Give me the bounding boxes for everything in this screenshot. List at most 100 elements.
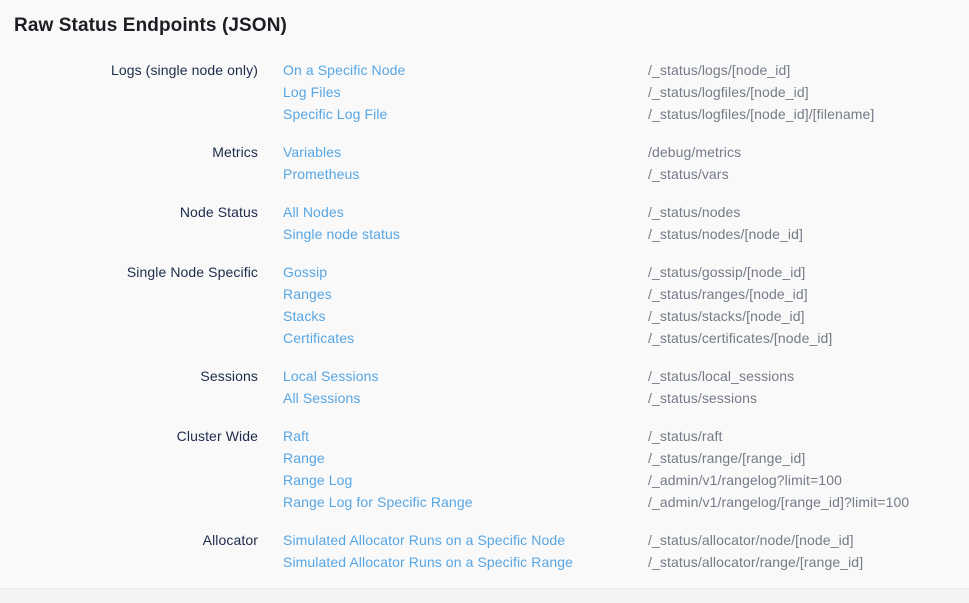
endpoint-row: Prometheus /_status/vars	[0, 163, 969, 185]
endpoint-group: Single Node Specific Gossip /_status/gossi…	[0, 261, 969, 349]
endpoint-link-cell: Prometheus	[258, 163, 648, 185]
endpoint-link[interactable]: Range Log for Specific Range	[283, 494, 473, 510]
endpoint-category-label	[0, 223, 258, 245]
endpoint-link-cell: Range Log	[258, 469, 648, 491]
endpoint-link[interactable]: Raft	[283, 428, 309, 444]
endpoint-group: Sessions Local Sessions /_status/local_ses…	[0, 365, 969, 409]
debug-page: Raw Status Endpoints (JSON) Logs (single…	[0, 0, 969, 603]
endpoint-category-label	[0, 103, 258, 125]
endpoint-path: /_status/local_sessions	[648, 365, 969, 387]
endpoint-row: Single Node Specific Gossip /_status/gossi…	[0, 261, 969, 283]
endpoint-link-cell: Specific Log File	[258, 103, 648, 125]
endpoint-link-cell: Single node status	[258, 223, 648, 245]
endpoint-row: Node Status All Nodes /_status/nodes	[0, 201, 969, 223]
endpoint-link[interactable]: Variables	[283, 144, 341, 160]
endpoint-link-cell: Stacks	[258, 305, 648, 327]
endpoint-row: Range /_status/range/[range_id]	[0, 447, 969, 469]
endpoint-path: /_status/range/[range_id]	[648, 447, 969, 469]
endpoint-link-cell: Simulated Allocator Runs on a Specific N…	[258, 529, 648, 551]
endpoint-category-label	[0, 491, 258, 513]
endpoint-row: Metrics Variables/debug/metrics	[0, 141, 969, 163]
endpoint-category-label: Sessions	[0, 365, 258, 387]
endpoint-category-label	[0, 283, 258, 305]
endpoint-link-cell: Raft	[258, 425, 648, 447]
endpoint-category-label	[0, 163, 258, 185]
endpoint-row: Range Log /_admin/v1/rangelog?limit=100	[0, 469, 969, 491]
endpoint-category-label: Logs (single node only)	[0, 59, 258, 81]
endpoint-link[interactable]: All Sessions	[283, 390, 360, 406]
endpoint-link[interactable]: Specific Log File	[283, 106, 387, 122]
endpoint-path: /_status/logs/[node_id]	[648, 59, 969, 81]
endpoint-path: /_status/nodes/[node_id]	[648, 223, 969, 245]
endpoint-path: /_status/nodes	[648, 201, 969, 223]
endpoint-row: Log Files /_status/logfiles/[node_id]	[0, 81, 969, 103]
endpoint-link[interactable]: Simulated Allocator Runs on a Specific R…	[283, 554, 573, 570]
endpoint-row: Single node status /_status/nodes/[node_i…	[0, 223, 969, 245]
endpoint-path: /_status/ranges/[node_id]	[648, 283, 969, 305]
endpoint-row: All Sessions /_status/sessions	[0, 387, 969, 409]
endpoint-category-label	[0, 81, 258, 103]
endpoint-link-cell: Local Sessions	[258, 365, 648, 387]
endpoint-category-label: Cluster Wide	[0, 425, 258, 447]
endpoint-link-cell: Range Log for Specific Range	[258, 491, 648, 513]
endpoint-link-cell: Variables	[258, 141, 648, 163]
page-title: Raw Status Endpoints (JSON)	[14, 13, 969, 39]
endpoint-category-label: Metrics	[0, 141, 258, 163]
endpoint-category-label: Single Node Specific	[0, 261, 258, 283]
endpoint-path: /_admin/v1/rangelog?limit=100	[648, 469, 969, 491]
endpoint-path: /_status/vars	[648, 163, 969, 185]
endpoint-link[interactable]: Range Log	[283, 472, 352, 488]
endpoint-category-label	[0, 469, 258, 491]
endpoint-row: Stacks /_status/stacks/[node_id]	[0, 305, 969, 327]
endpoint-link-cell: On a Specific Node	[258, 59, 648, 81]
endpoint-link-cell: Ranges	[258, 283, 648, 305]
endpoint-path: /_status/allocator/node/[node_id]	[648, 529, 969, 551]
endpoint-path: /_status/logfiles/[node_id]	[648, 81, 969, 103]
endpoint-link[interactable]: Stacks	[283, 308, 326, 324]
endpoint-path: /_status/raft	[648, 425, 969, 447]
endpoint-link-cell: All Nodes	[258, 201, 648, 223]
endpoint-category-label: Allocator	[0, 529, 258, 551]
endpoint-path: /_status/logfiles/[node_id]/[filename]	[648, 103, 969, 125]
endpoint-row: Specific Log File /_status/logfiles/[node…	[0, 103, 969, 125]
endpoint-path: /debug/metrics	[648, 141, 969, 163]
endpoint-link[interactable]: Log Files	[283, 84, 341, 100]
endpoint-path: /_status/gossip/[node_id]	[648, 261, 969, 283]
endpoint-group: Allocator Simulated Allocator Runs on a S…	[0, 529, 969, 573]
endpoint-link-cell: All Sessions	[258, 387, 648, 409]
raw-status-endpoints-panel: Raw Status Endpoints (JSON) Logs (single…	[0, 0, 969, 589]
endpoint-row: Ranges /_status/ranges/[node_id]	[0, 283, 969, 305]
endpoint-link[interactable]: Prometheus	[283, 166, 359, 182]
endpoint-row: Cluster Wide Raft /_status/raft	[0, 425, 969, 447]
endpoint-link[interactable]: Single node status	[283, 226, 400, 242]
endpoint-row: Range Log for Specific Range/_admin/v1/r…	[0, 491, 969, 513]
endpoint-category-label	[0, 447, 258, 469]
endpoint-link[interactable]: Ranges	[283, 286, 332, 302]
endpoint-group: Logs (single node only) On a Specific Nod…	[0, 59, 969, 125]
endpoint-link[interactable]: All Nodes	[283, 204, 344, 220]
endpoint-path: /_status/allocator/range/[range_id]	[648, 551, 969, 573]
endpoint-link-cell: Range	[258, 447, 648, 469]
endpoint-link[interactable]: Certificates	[283, 330, 354, 346]
endpoint-path: /_status/stacks/[node_id]	[648, 305, 969, 327]
endpoint-link[interactable]: Gossip	[283, 264, 327, 280]
endpoint-category-label: Node Status	[0, 201, 258, 223]
endpoint-row: Sessions Local Sessions /_status/local_ses…	[0, 365, 969, 387]
endpoint-category-label	[0, 305, 258, 327]
endpoint-row: Simulated Allocator Runs on a Specific R…	[0, 551, 969, 573]
endpoint-path: /_status/certificates/[node_id]	[648, 327, 969, 349]
endpoint-link-cell: Gossip	[258, 261, 648, 283]
endpoint-row: Allocator Simulated Allocator Runs on a S…	[0, 529, 969, 551]
endpoint-link[interactable]: Simulated Allocator Runs on a Specific N…	[283, 532, 565, 548]
endpoint-group: Cluster Wide Raft /_status/raft Range /_stat…	[0, 425, 969, 513]
endpoint-row: Certificates /_status/certificates/[node_…	[0, 327, 969, 349]
endpoint-link[interactable]: Local Sessions	[283, 368, 379, 384]
endpoint-group: MetricsVariables/debug/metricsPrometheus…	[0, 141, 969, 185]
endpoint-link[interactable]: On a Specific Node	[283, 62, 405, 78]
endpoint-link-cell: Simulated Allocator Runs on a Specific R…	[258, 551, 648, 573]
endpoint-link-cell: Certificates	[258, 327, 648, 349]
endpoint-link[interactable]: Range	[283, 450, 325, 466]
endpoint-category-label	[0, 551, 258, 573]
endpoint-link-cell: Log Files	[258, 81, 648, 103]
endpoint-path: /_status/sessions	[648, 387, 969, 409]
